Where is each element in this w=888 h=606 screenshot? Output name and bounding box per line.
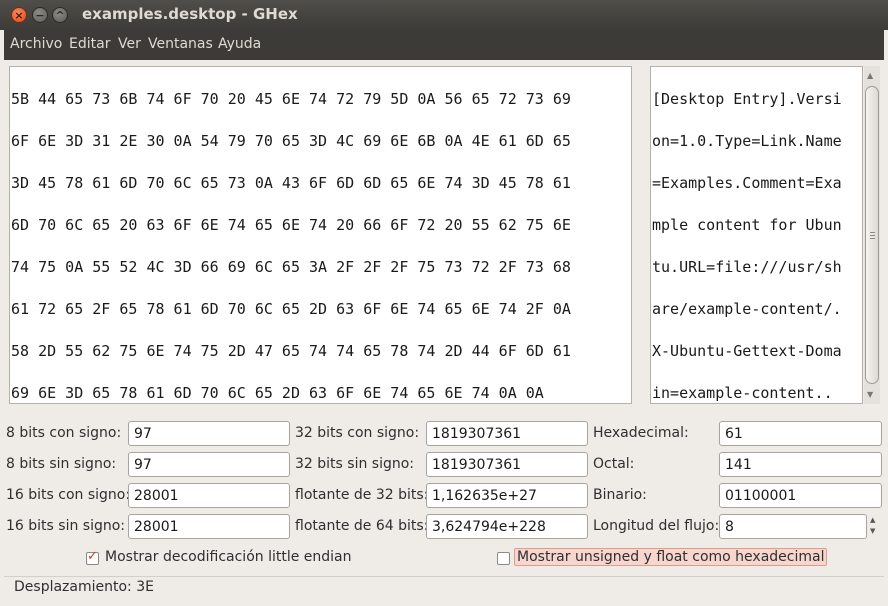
label-8bit-unsigned: 8 bits sin signo:	[6, 456, 117, 472]
label-hexadecimal: Hexadecimal:	[593, 425, 689, 441]
stream-length-spinner[interactable]	[719, 514, 867, 539]
ascii-line[interactable]: mple content for Ubun	[652, 215, 862, 236]
menu-bar: Archivo Editar Ver Ventanas Ayuda	[4, 30, 884, 60]
label-octal: Octal:	[593, 456, 635, 472]
hex-line[interactable]: 74 75 0A 55 52 4C 3D 66 69 6C 65 3A 2F 2…	[11, 257, 631, 278]
ascii-line[interactable]: in=example-content..	[652, 383, 862, 404]
title-bar: × − ^ examples.desktop - GHex	[0, 0, 888, 30]
unsigned-hex-label[interactable]: Mostrar unsigned y float como hexadecima…	[514, 548, 828, 566]
menu-ventanas[interactable]: Ventanas	[148, 36, 213, 52]
unsigned-hex-checkbox[interactable]	[497, 552, 510, 565]
label-binary: Binario:	[593, 487, 647, 503]
field-float64[interactable]	[426, 514, 588, 539]
status-separator	[4, 576, 884, 577]
ascii-view[interactable]: [Desktop Entry].Versi on=1.0.Type=Link.N…	[650, 66, 863, 404]
label-stream-length: Longitud del flujo:	[593, 518, 720, 534]
field-8bit-unsigned[interactable]	[128, 452, 290, 477]
window-title: examples.desktop - GHex	[82, 5, 298, 23]
grip-icon	[870, 232, 875, 233]
field-binary[interactable]	[719, 483, 882, 508]
close-window-icon[interactable]: ×	[11, 7, 27, 23]
field-float32[interactable]	[426, 483, 588, 508]
status-offset: Desplazamiento: 3E	[14, 579, 154, 595]
scroll-down-icon[interactable]: ▼	[867, 390, 873, 399]
hex-line[interactable]: 61 72 65 2F 65 78 61 6D 70 6C 65 2D 63 6…	[11, 299, 631, 320]
stream-length-stepper[interactable]: ▲ ▼	[866, 514, 881, 539]
hex-line[interactable]: 6F 6E 3D 31 2E 30 0A 54 79 70 65 3D 4C 6…	[11, 131, 631, 152]
label-float32: flotante de 32 bits:	[295, 487, 429, 503]
menu-ayuda[interactable]: Ayuda	[218, 36, 261, 52]
field-16bit-signed[interactable]	[128, 483, 290, 508]
menu-ver[interactable]: Ver	[118, 36, 141, 52]
minimize-window-icon[interactable]: −	[32, 7, 48, 23]
label-16bit-signed: 16 bits con signo:	[6, 487, 131, 503]
spin-up-icon[interactable]: ▲	[870, 516, 875, 524]
ascii-line[interactable]: =Examples.Comment=Exa	[652, 173, 862, 194]
scrollbar-thumb[interactable]	[865, 86, 879, 384]
field-8bit-signed[interactable]	[128, 421, 290, 446]
field-octal[interactable]	[719, 452, 882, 477]
spin-down-icon[interactable]: ▼	[870, 527, 875, 535]
menu-editar[interactable]: Editar	[69, 36, 110, 52]
hex-view[interactable]: 5B 44 65 73 6B 74 6F 70 20 45 6E 74 72 7…	[9, 66, 632, 404]
hex-line[interactable]: 58 2D 55 62 75 6E 74 75 2D 47 65 74 74 6…	[11, 341, 631, 362]
hex-line[interactable]: 69 6E 3D 65 78 61 6D 70 6C 65 2D 63 6F 6…	[11, 383, 631, 404]
field-hexadecimal[interactable]	[719, 421, 882, 446]
field-32bit-signed[interactable]	[426, 421, 588, 446]
hex-line[interactable]: 3D 45 78 61 6D 70 6C 65 73 0A 43 6F 6D 6…	[11, 173, 631, 194]
label-32bit-unsigned: 32 bits sin signo:	[295, 456, 415, 472]
scroll-up-icon[interactable]: ▲	[867, 71, 873, 80]
maximize-window-icon[interactable]: ^	[52, 7, 68, 23]
label-32bit-signed: 32 bits con signo:	[295, 425, 420, 441]
ascii-line[interactable]: are/example-content/.	[652, 299, 862, 320]
ascii-line[interactable]: X-Ubuntu-Gettext-Doma	[652, 341, 862, 362]
little-endian-checkbox[interactable]	[86, 549, 99, 565]
field-16bit-unsigned[interactable]	[128, 514, 290, 539]
hex-line[interactable]: 5B 44 65 73 6B 74 6F 70 20 45 6E 74 72 7…	[11, 89, 631, 110]
ascii-line[interactable]: on=1.0.Type=Link.Name	[652, 131, 862, 152]
label-16bit-unsigned: 16 bits sin signo:	[6, 518, 126, 534]
menu-archivo[interactable]: Archivo	[10, 36, 62, 52]
vertical-scrollbar[interactable]: ▲ ▼	[864, 66, 880, 404]
hex-line[interactable]: 6D 70 6C 65 20 63 6F 6E 74 65 6E 74 20 6…	[11, 215, 631, 236]
field-32bit-unsigned[interactable]	[426, 452, 588, 477]
label-8bit-signed: 8 bits con signo:	[6, 425, 122, 441]
ascii-line[interactable]: [Desktop Entry].Versi	[652, 89, 862, 110]
label-float64: flotante de 64 bits:	[295, 518, 429, 534]
ascii-line[interactable]: tu.URL=file:///usr/sh	[652, 257, 862, 278]
little-endian-label[interactable]: Mostrar decodificación little endian	[105, 549, 352, 565]
